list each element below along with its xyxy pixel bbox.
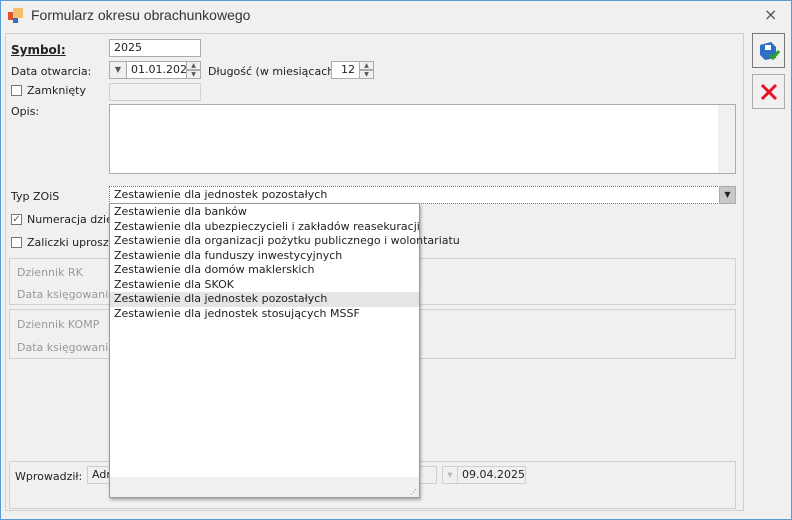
description-label: Opis: <box>11 105 40 118</box>
save-button[interactable] <box>752 33 785 68</box>
zois-dropdown-list[interactable]: Zestawienie dla banków Zestawienie dla u… <box>109 203 460 498</box>
symbol-input[interactable]: 2025 <box>109 39 201 57</box>
scrollbar[interactable] <box>718 105 735 173</box>
dropdown-item[interactable]: Zestawienie dla organizacji pożytku publ… <box>110 234 460 249</box>
dropdown-item-selected[interactable]: Zestawienie dla jednostek pozostałych <box>110 292 419 307</box>
numbering-checkbox[interactable]: ✓ <box>11 214 22 225</box>
spin-up-icon[interactable]: ▲ <box>359 61 374 70</box>
date-open-label: Data otwarcia: <box>11 65 92 78</box>
dropdown-item[interactable]: Zestawienie dla ubezpieczycieli i zakład… <box>110 220 420 235</box>
entered-by-label: Wprowadził: <box>15 470 83 483</box>
length-input[interactable]: 12 <box>331 61 360 79</box>
dropdown-item[interactable]: Zestawienie dla SKOK <box>110 278 419 293</box>
spin-down-icon[interactable]: ▼ <box>186 70 201 79</box>
advances-checkbox[interactable] <box>11 237 22 248</box>
window-title: Formularz okresu obrachunkowego <box>31 7 251 23</box>
closed-date-input <box>109 83 201 101</box>
close-icon[interactable]: × <box>764 5 777 24</box>
dialog-window: Formularz okresu obrachunkowego × Symbol… <box>0 0 792 520</box>
length-label: Długość (w miesiącach): <box>208 65 343 78</box>
date-dropdown-button[interactable]: ▼ <box>109 61 127 79</box>
dropdown-item[interactable]: Zestawienie dla domów maklerskich <box>110 263 419 278</box>
rk-journal-label: Dziennik RK <box>17 266 83 279</box>
save-icon <box>759 42 780 61</box>
symbol-label: Symbol: <box>11 43 66 57</box>
date-open-input[interactable]: 01.01.2025 <box>126 61 194 79</box>
closed-checkbox[interactable] <box>11 85 22 96</box>
dropdown-footer: ⋰ <box>110 477 419 497</box>
komp-journal-label: Dziennik KOMP <box>17 318 100 331</box>
cancel-icon <box>760 83 777 101</box>
spin-down-icon[interactable]: ▼ <box>359 70 374 79</box>
description-textarea[interactable] <box>109 104 736 174</box>
dropdown-item[interactable]: Zestawienie dla banków <box>110 205 419 220</box>
resize-grip-icon[interactable]: ⋰ <box>410 488 417 496</box>
date-dropdown-button: ▼ <box>442 466 458 484</box>
spin-up-icon[interactable]: ▲ <box>186 61 201 70</box>
closed-label: Zamknięty <box>27 84 86 97</box>
entered-date-input: 09.04.2025 <box>457 466 526 484</box>
app-icon <box>8 8 24 24</box>
zois-combobox[interactable]: Zestawienie dla jednostek pozostałych <box>109 186 720 204</box>
dropdown-item[interactable]: Zestawienie dla jednostek stosujących MS… <box>110 307 419 322</box>
dropdown-item[interactable]: Zestawienie dla funduszy inwestycyjnych <box>110 249 419 264</box>
zois-label: Typ ZOiS <box>11 190 60 203</box>
chevron-down-icon[interactable]: ▼ <box>719 186 736 204</box>
cancel-button[interactable] <box>752 74 785 109</box>
